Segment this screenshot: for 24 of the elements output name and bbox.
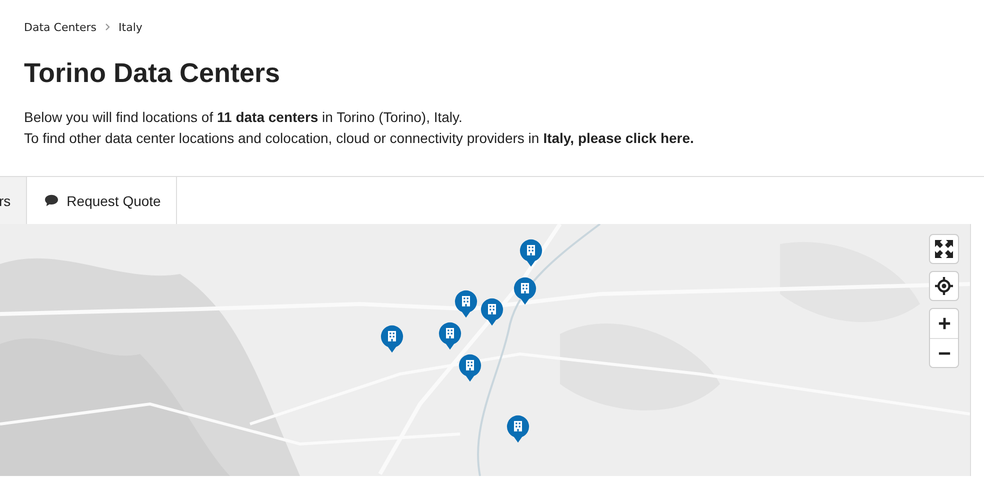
zoom-out-button[interactable] xyxy=(930,338,958,367)
breadcrumb-link[interactable]: Data Centers xyxy=(24,20,97,34)
building-pin-icon[interactable] xyxy=(506,414,530,444)
target-icon xyxy=(935,277,953,295)
building-pin-icon[interactable] xyxy=(513,276,537,306)
building-pin-icon[interactable] xyxy=(380,324,404,354)
info-text: To find other data center locations and colocation, cloud or connectivity providers in xyxy=(24,130,540,146)
fullscreen-button[interactable] xyxy=(929,234,959,264)
page-title: Torino Data Centers xyxy=(24,58,282,89)
plus-icon xyxy=(938,317,950,330)
building-pin-icon[interactable] xyxy=(458,353,482,383)
fullscreen-icon xyxy=(934,239,954,259)
intro-text: Below you will find locations of 11 data centers in Torino (Torino), Italy. xyxy=(24,108,464,127)
building-pin-icon[interactable] xyxy=(480,297,504,327)
chevron-icon xyxy=(104,23,111,31)
tab[interactable]: rs xyxy=(0,177,27,224)
building-pin-icon[interactable] xyxy=(454,289,478,319)
tab[interactable]: Request Quote xyxy=(26,177,177,224)
country-link[interactable]: Italy, please click here. xyxy=(543,130,694,146)
building-pin-icon[interactable] xyxy=(438,321,462,351)
locate-button[interactable] xyxy=(929,271,959,301)
chat-bubble-icon xyxy=(44,194,59,207)
building-pin-icon[interactable] xyxy=(519,238,543,268)
breadcrumb-link[interactable]: Italy xyxy=(118,20,142,34)
